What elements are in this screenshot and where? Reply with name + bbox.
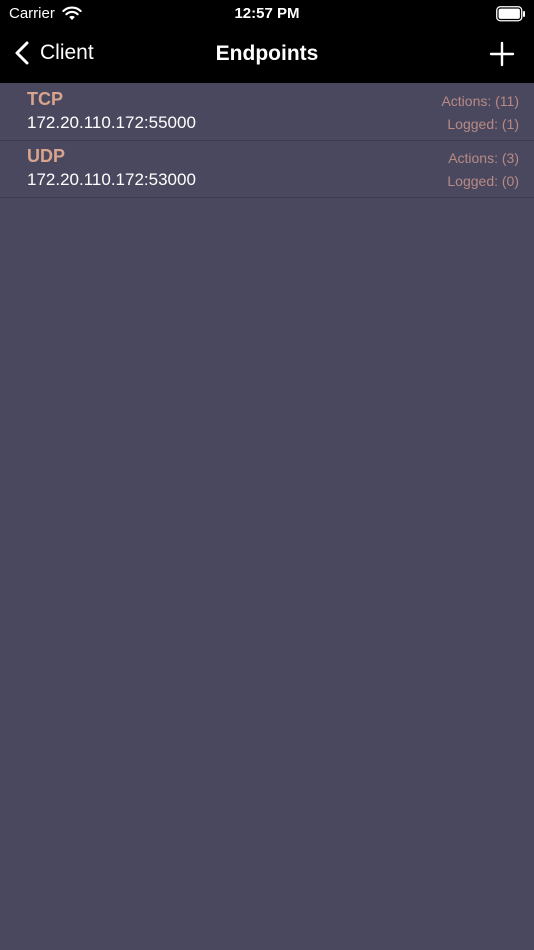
page-title: Endpoints [215,42,319,65]
status-time: 12:57 PM [234,5,300,22]
endpoint-row-tcp[interactable]: TCP 172.20.110.172:55000 Actions: (11) L… [0,84,534,141]
endpoint-address: 172.20.110.172:55000 [27,113,196,132]
battery-icon [496,6,525,22]
endpoint-protocol: UDP [27,146,66,166]
endpoint-list: TCP 172.20.110.172:55000 Actions: (11) L… [0,84,534,198]
endpoint-protocol: TCP [27,89,63,109]
endpoint-actions-count: Actions: (11) [441,93,519,109]
endpoint-row-udp[interactable]: UDP 172.20.110.172:53000 Actions: (3) Lo… [0,141,534,198]
status-bar: Carrier 12:57 PM [0,0,534,28]
navigation-bar: Client Endpoints [0,28,534,83]
top-bar: Carrier 12:57 PM Client Endpoints [0,0,534,83]
endpoint-logged-count: Logged: (1) [447,116,519,132]
endpoint-logged-count: Logged: (0) [447,173,519,189]
endpoint-actions-count: Actions: (3) [448,150,519,166]
endpoint-address: 172.20.110.172:53000 [27,170,196,189]
plus-icon[interactable] [488,40,516,68]
